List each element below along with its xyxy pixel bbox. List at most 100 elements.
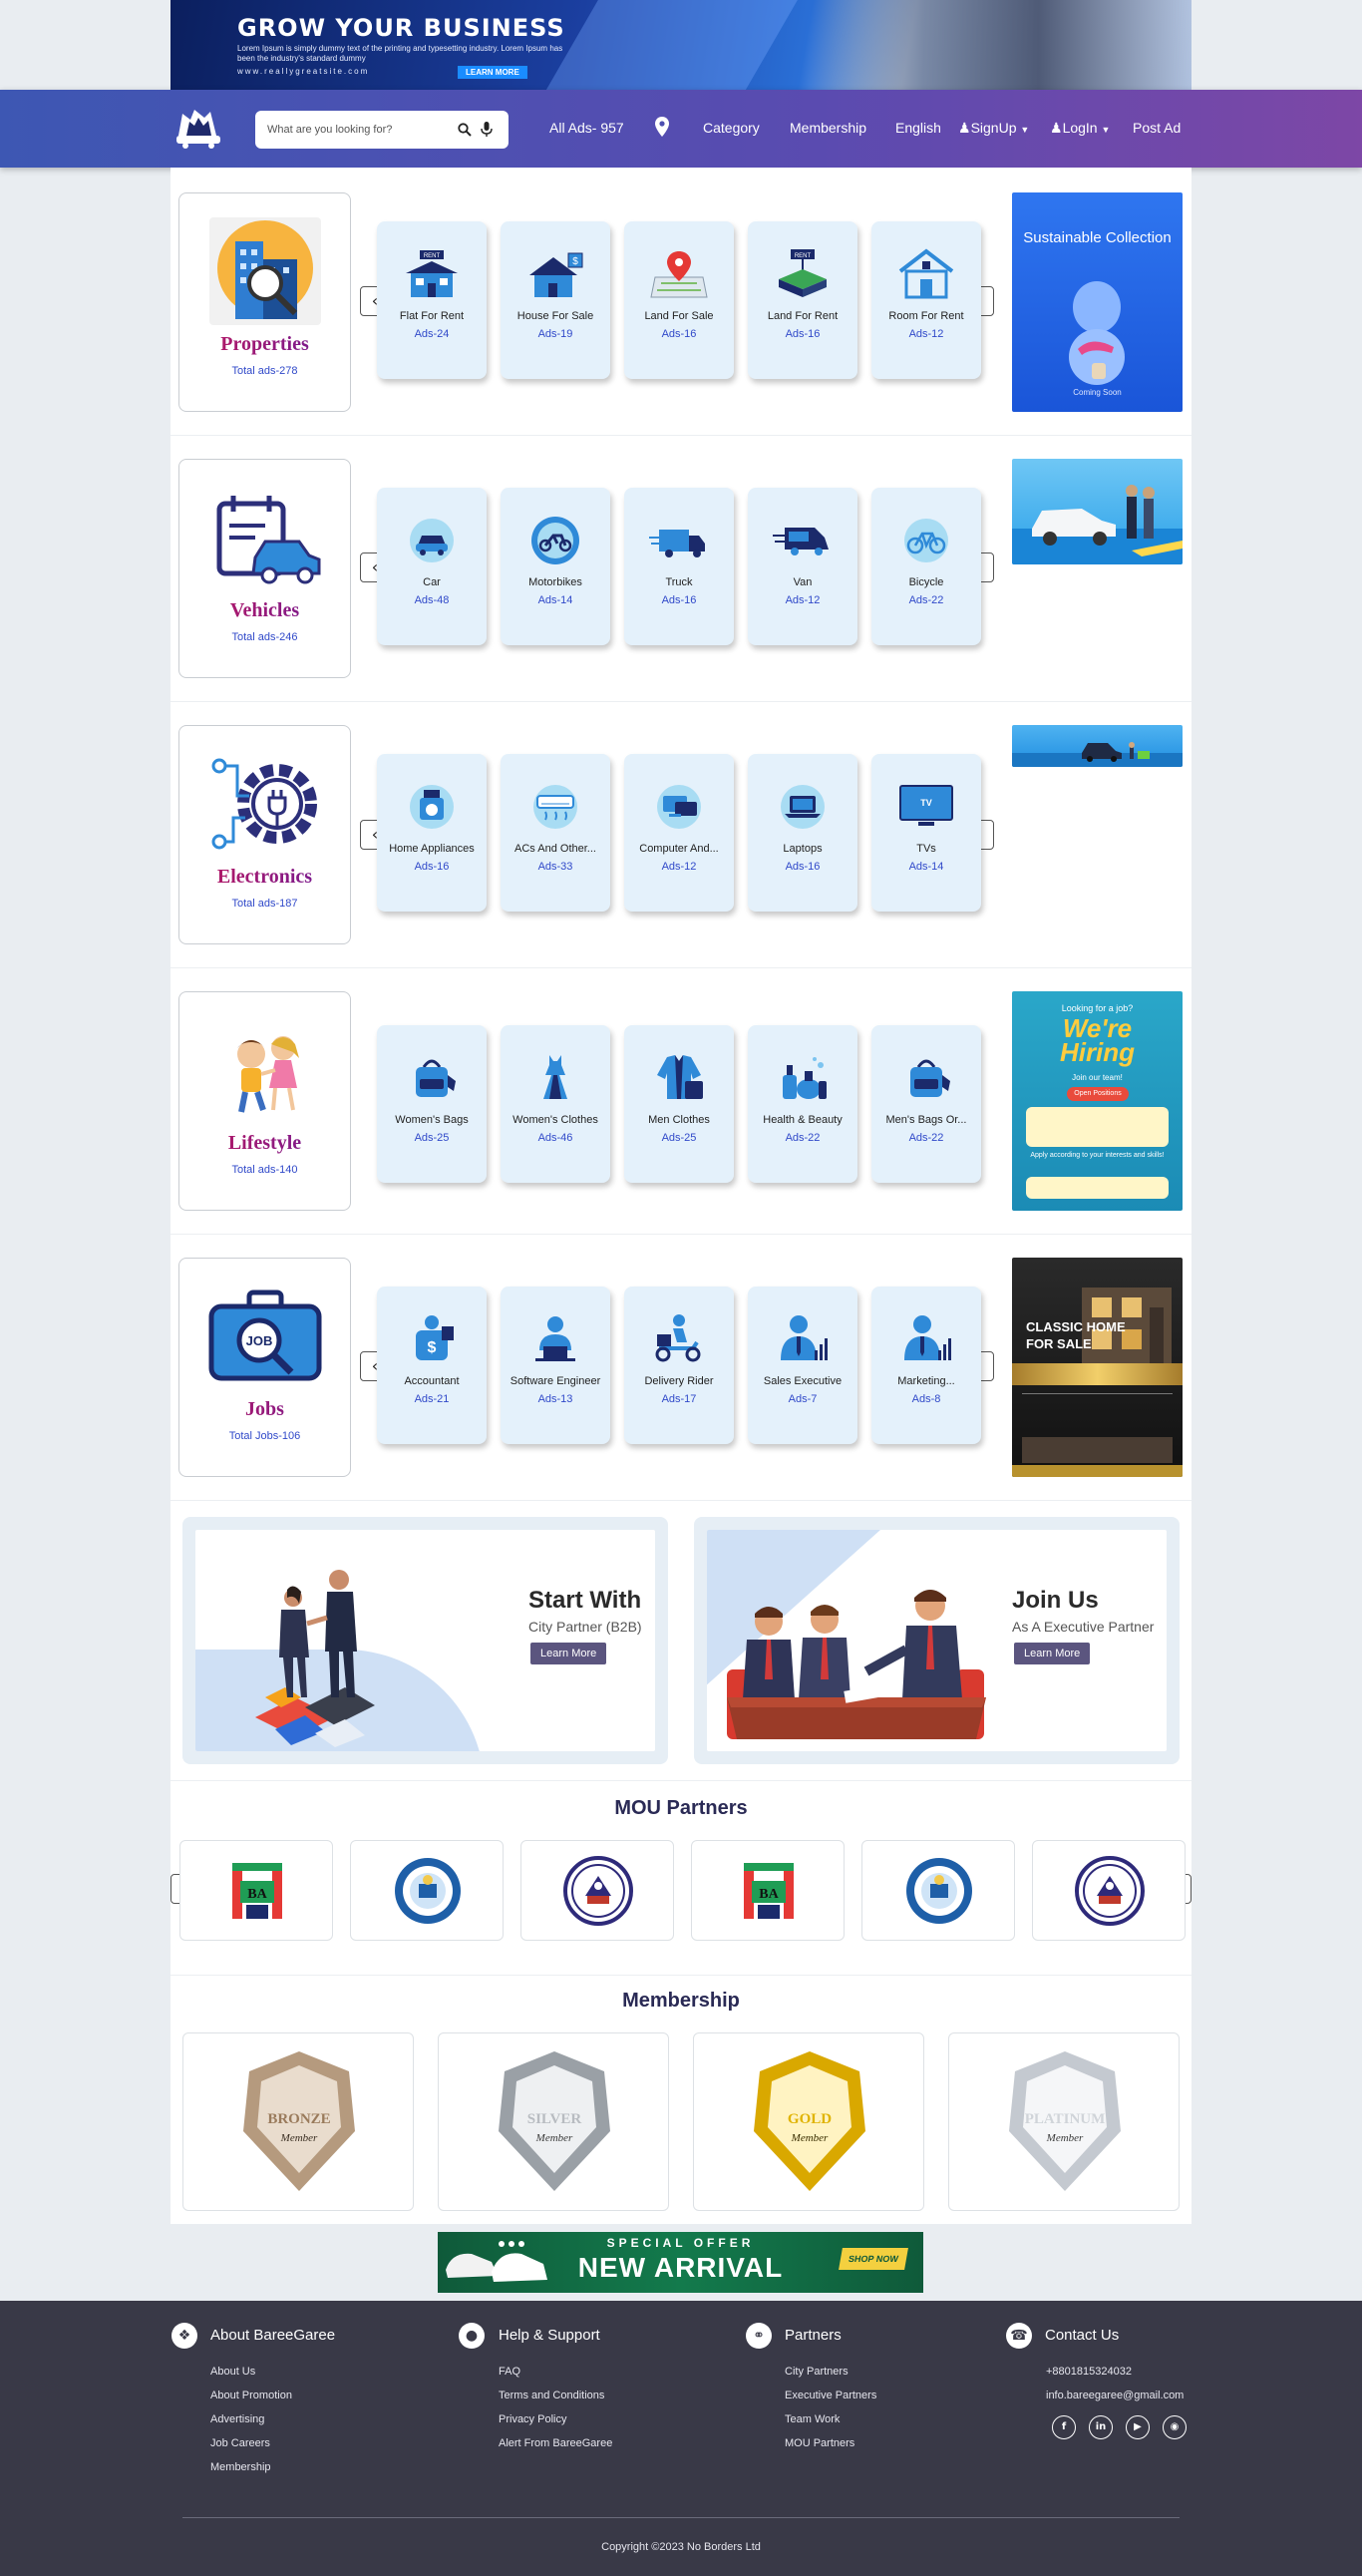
footer-link[interactable]: About Promotion (210, 2390, 292, 2401)
subcategory-card[interactable]: Health & Beauty Ads-22 (748, 1025, 857, 1183)
instagram-icon[interactable]: ◉ (1163, 2415, 1187, 2439)
subcategory-card[interactable]: Women's Clothes Ads-46 (501, 1025, 610, 1183)
subcategory-ads: Ads-13 (537, 1393, 573, 1405)
subcategory-card[interactable]: Car Ads-48 (377, 488, 487, 645)
search-box[interactable] (255, 111, 509, 149)
membership-card-silver[interactable]: SILVER Member (438, 2032, 669, 2211)
search-icon[interactable] (458, 123, 472, 137)
all-ads-link[interactable]: All Ads- 957 (549, 120, 624, 136)
meeting-illustration (727, 1590, 986, 1739)
membership-card-gold[interactable]: GOLD Member (693, 2032, 924, 2211)
learn-more-button[interactable]: Learn More (530, 1643, 607, 1664)
tier-sub: Member (791, 2132, 829, 2144)
subcategory-card[interactable]: Software Engineer Ads-13 (501, 1287, 610, 1444)
subcategory-card[interactable]: Men Clothes Ads-25 (624, 1025, 734, 1183)
house-sale-icon: $ (525, 247, 585, 301)
nav-membership[interactable]: Membership (790, 120, 866, 136)
subcategory-card[interactable]: RENT Flat For Rent Ads-24 (377, 221, 487, 379)
membership-card-bronze[interactable]: BRONZE Member (182, 2032, 414, 2211)
subcategory-card[interactable]: Sales Executive Ads-7 (748, 1287, 857, 1444)
chevron-down-icon: ▼ (1020, 125, 1030, 135)
location-pin-icon[interactable] (655, 117, 669, 137)
footer-link[interactable]: Job Careers (210, 2437, 270, 2449)
footer-link[interactable]: Team Work (785, 2413, 840, 2425)
subcategory-card[interactable]: $ Accountant Ads-21 (377, 1287, 487, 1444)
subcategory-card[interactable]: Truck Ads-16 (624, 488, 734, 645)
partner-seal-purple (563, 1856, 633, 1926)
nav-language[interactable]: English (895, 120, 941, 136)
footer-divider (182, 2517, 1180, 2518)
category-card-electronics[interactable]: Electronics Total ads-187 (178, 725, 351, 944)
contact-email[interactable]: info.bareegaree@gmail.com (1046, 2390, 1184, 2401)
footer-link[interactable]: Privacy Policy (499, 2413, 566, 2425)
mou-partner-logo[interactable]: BA (179, 1840, 333, 1941)
top-ad-banner[interactable]: GROW YOUR BUSINESS Lorem Ipsum is simply… (170, 0, 1192, 90)
mou-partner-logo[interactable] (1032, 1840, 1186, 1941)
side-ad-car[interactable] (1012, 459, 1183, 564)
subcategory-card[interactable]: Land For Sale Ads-16 (624, 221, 734, 379)
subcategory-card[interactable]: Motorbikes Ads-14 (501, 488, 610, 645)
footer-link[interactable]: City Partners (785, 2366, 849, 2378)
subcategory-card[interactable]: Van Ads-12 (748, 488, 857, 645)
side-ad-car-small[interactable] (1012, 725, 1183, 767)
nav-post-ad[interactable]: Post Ad (1133, 120, 1181, 136)
category-card-lifestyle[interactable]: Lifestyle Total ads-140 (178, 991, 351, 1211)
subcategory-card[interactable]: Bicycle Ads-22 (871, 488, 981, 645)
footer-link[interactable]: MOU Partners (785, 2437, 854, 2449)
subcategory-card[interactable]: Computer And... Ads-12 (624, 754, 734, 912)
category-card-vehicles[interactable]: Vehicles Total ads-246 (178, 459, 351, 678)
category-card-properties[interactable]: Properties Total ads-278 (178, 192, 351, 412)
subcategory-ads: Ads-12 (661, 861, 697, 873)
subcategory-card[interactable]: $ House For Sale Ads-19 (501, 221, 610, 379)
nav-category[interactable]: Category (703, 120, 760, 136)
site-logo[interactable] (170, 106, 226, 152)
banner-learn-more-button[interactable]: LEARN MORE (458, 66, 527, 79)
side-ad-hiring[interactable]: Looking for a job? We're Hiring Join our… (1012, 991, 1183, 1211)
offer-banner[interactable]: SPECIAL OFFER NEW ARRIVAL SHOP NOW (438, 2232, 923, 2293)
subcategory-card[interactable]: Delivery Rider Ads-17 (624, 1287, 734, 1444)
mou-partner-logo[interactable]: BA (691, 1840, 845, 1941)
footer-link[interactable]: About Us (210, 2366, 255, 2378)
footer-link[interactable]: Advertising (210, 2413, 264, 2425)
mou-partner-logo[interactable] (861, 1840, 1015, 1941)
subcategory-card[interactable]: ACs And Other... Ads-33 (501, 754, 610, 912)
subcategory-name: Room For Rent (888, 310, 964, 322)
footer-link[interactable]: FAQ (499, 2366, 520, 2378)
tier-name: BRONZE (267, 2111, 330, 2127)
side-ad-sustainable[interactable]: Sustainable Collection Coming Soon (1012, 192, 1183, 412)
contact-phone[interactable]: +8801815324032 (1046, 2366, 1132, 2378)
learn-more-button[interactable]: Learn More (1014, 1643, 1091, 1664)
divider (170, 967, 1192, 968)
subcategory-card[interactable]: Laptops Ads-16 (748, 754, 857, 912)
subcategory-card[interactable]: Home Appliances Ads-16 (377, 754, 487, 912)
subcategory-card[interactable]: TV TVs Ads-14 (871, 754, 981, 912)
subcategory-name: Sales Executive (763, 1375, 843, 1387)
subcategory-card[interactable]: Women's Bags Ads-25 (377, 1025, 487, 1183)
flat-rent-icon: RENT (402, 247, 462, 301)
linkedin-icon[interactable]: in (1089, 2415, 1113, 2439)
search-input[interactable] (267, 121, 447, 139)
footer-link[interactable]: Alert From BareeGaree (499, 2437, 612, 2449)
nav-login[interactable]: ♟LogIn ▼ (1050, 120, 1110, 137)
subcategory-card[interactable]: Marketing... Ads-8 (871, 1287, 981, 1444)
footer-link[interactable]: Membership (210, 2461, 271, 2473)
ad-open-positions: Open Positions (1067, 1087, 1129, 1101)
site-footer (0, 2301, 1362, 2576)
youtube-icon[interactable]: ▶ (1126, 2415, 1150, 2439)
category-card-jobs[interactable]: JOB Jobs Total Jobs-106 (178, 1258, 351, 1477)
subcategory-card[interactable]: Men's Bags Or... Ads-22 (871, 1025, 981, 1183)
mou-partner-logo[interactable] (520, 1840, 674, 1941)
side-ad-home-sale[interactable]: CLASSIC HOME FOR SALE (1012, 1258, 1183, 1477)
subcategory-card[interactable]: Room For Rent Ads-12 (871, 221, 981, 379)
footer-link[interactable]: Terms and Conditions (499, 2390, 604, 2401)
subcategory-ads: Ads-16 (661, 328, 697, 340)
shop-now-button[interactable]: SHOP NOW (839, 2248, 908, 2270)
membership-card-platinum[interactable]: PLATINUM Member (948, 2032, 1180, 2211)
facebook-icon[interactable]: f (1052, 2415, 1076, 2439)
mou-partner-logo[interactable] (350, 1840, 504, 1941)
subcategory-card[interactable]: RENT Land For Rent Ads-16 (748, 221, 857, 379)
nav-signup[interactable]: ♟SignUp ▼ (958, 120, 1029, 137)
ad-hiring-big2: Hiring (1059, 1037, 1136, 1067)
microphone-icon[interactable] (481, 122, 493, 138)
footer-link[interactable]: Executive Partners (785, 2390, 876, 2401)
